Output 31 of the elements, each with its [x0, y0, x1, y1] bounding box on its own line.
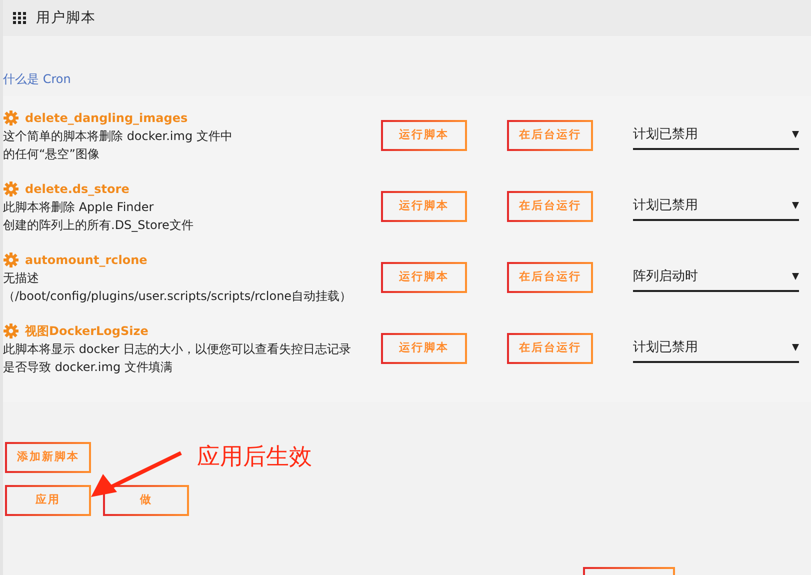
schedule-dropdown[interactable]: 阵列启动时 — [633, 263, 799, 292]
page-title: 用户脚本 — [36, 8, 96, 28]
script-description: 这个简单的脚本将删除 docker.img 文件中 的任何“悬空”图像 — [3, 128, 234, 162]
script-name[interactable]: 视图DockerLogSize — [25, 322, 148, 340]
caret-icon — [792, 273, 799, 280]
schedule-dropdown[interactable]: 计划已禁用 — [633, 121, 799, 150]
help-link[interactable]: 什么是 Cron — [3, 70, 71, 88]
add-script-button[interactable]: 添加新脚本 — [5, 442, 91, 473]
schedule-dropdown[interactable]: 计划已禁用 — [633, 192, 799, 221]
script-description: 此脚本将删除 Apple Finder 创建的阵列上的所有.DS_Store文件 — [3, 198, 194, 234]
run-background-button[interactable]: 在后台运行 — [507, 191, 593, 222]
script-name[interactable]: delete.ds_store — [25, 180, 130, 198]
script-description: 此脚本将显示 docker 日志的大小，以便您可以查看失控日志记录 是否导致 docker.img 文件填满 — [3, 340, 352, 376]
run-script-button[interactable]: 运行脚本 — [381, 191, 467, 222]
run-background-button[interactable]: 在后台运行 — [507, 262, 593, 293]
caret-icon — [792, 344, 799, 351]
partial-button[interactable] — [583, 567, 675, 575]
script-name[interactable]: automount_rclone — [25, 250, 148, 268]
run-script-button[interactable]: 运行脚本 — [381, 262, 467, 293]
caret-icon — [792, 131, 799, 138]
schedule-dropdown[interactable]: 计划已禁用 — [633, 334, 799, 363]
script-name[interactable]: delete_dangling_images — [25, 108, 188, 126]
run-script-button[interactable]: 运行脚本 — [381, 333, 467, 364]
run-script-button[interactable]: 运行脚本 — [381, 120, 467, 151]
grid-icon — [13, 12, 26, 24]
script-description: 无描述 （/boot/config/plugins/user.scripts/scripts/rclone自动挂载） — [3, 270, 353, 304]
run-background-button[interactable]: 在后台运行 — [507, 333, 593, 364]
run-background-button[interactable]: 在后台运行 — [507, 120, 593, 151]
action-button[interactable]: 应用 — [5, 485, 91, 516]
caret-icon — [792, 202, 799, 209]
annotation-text: 应用后生效 — [197, 443, 312, 472]
